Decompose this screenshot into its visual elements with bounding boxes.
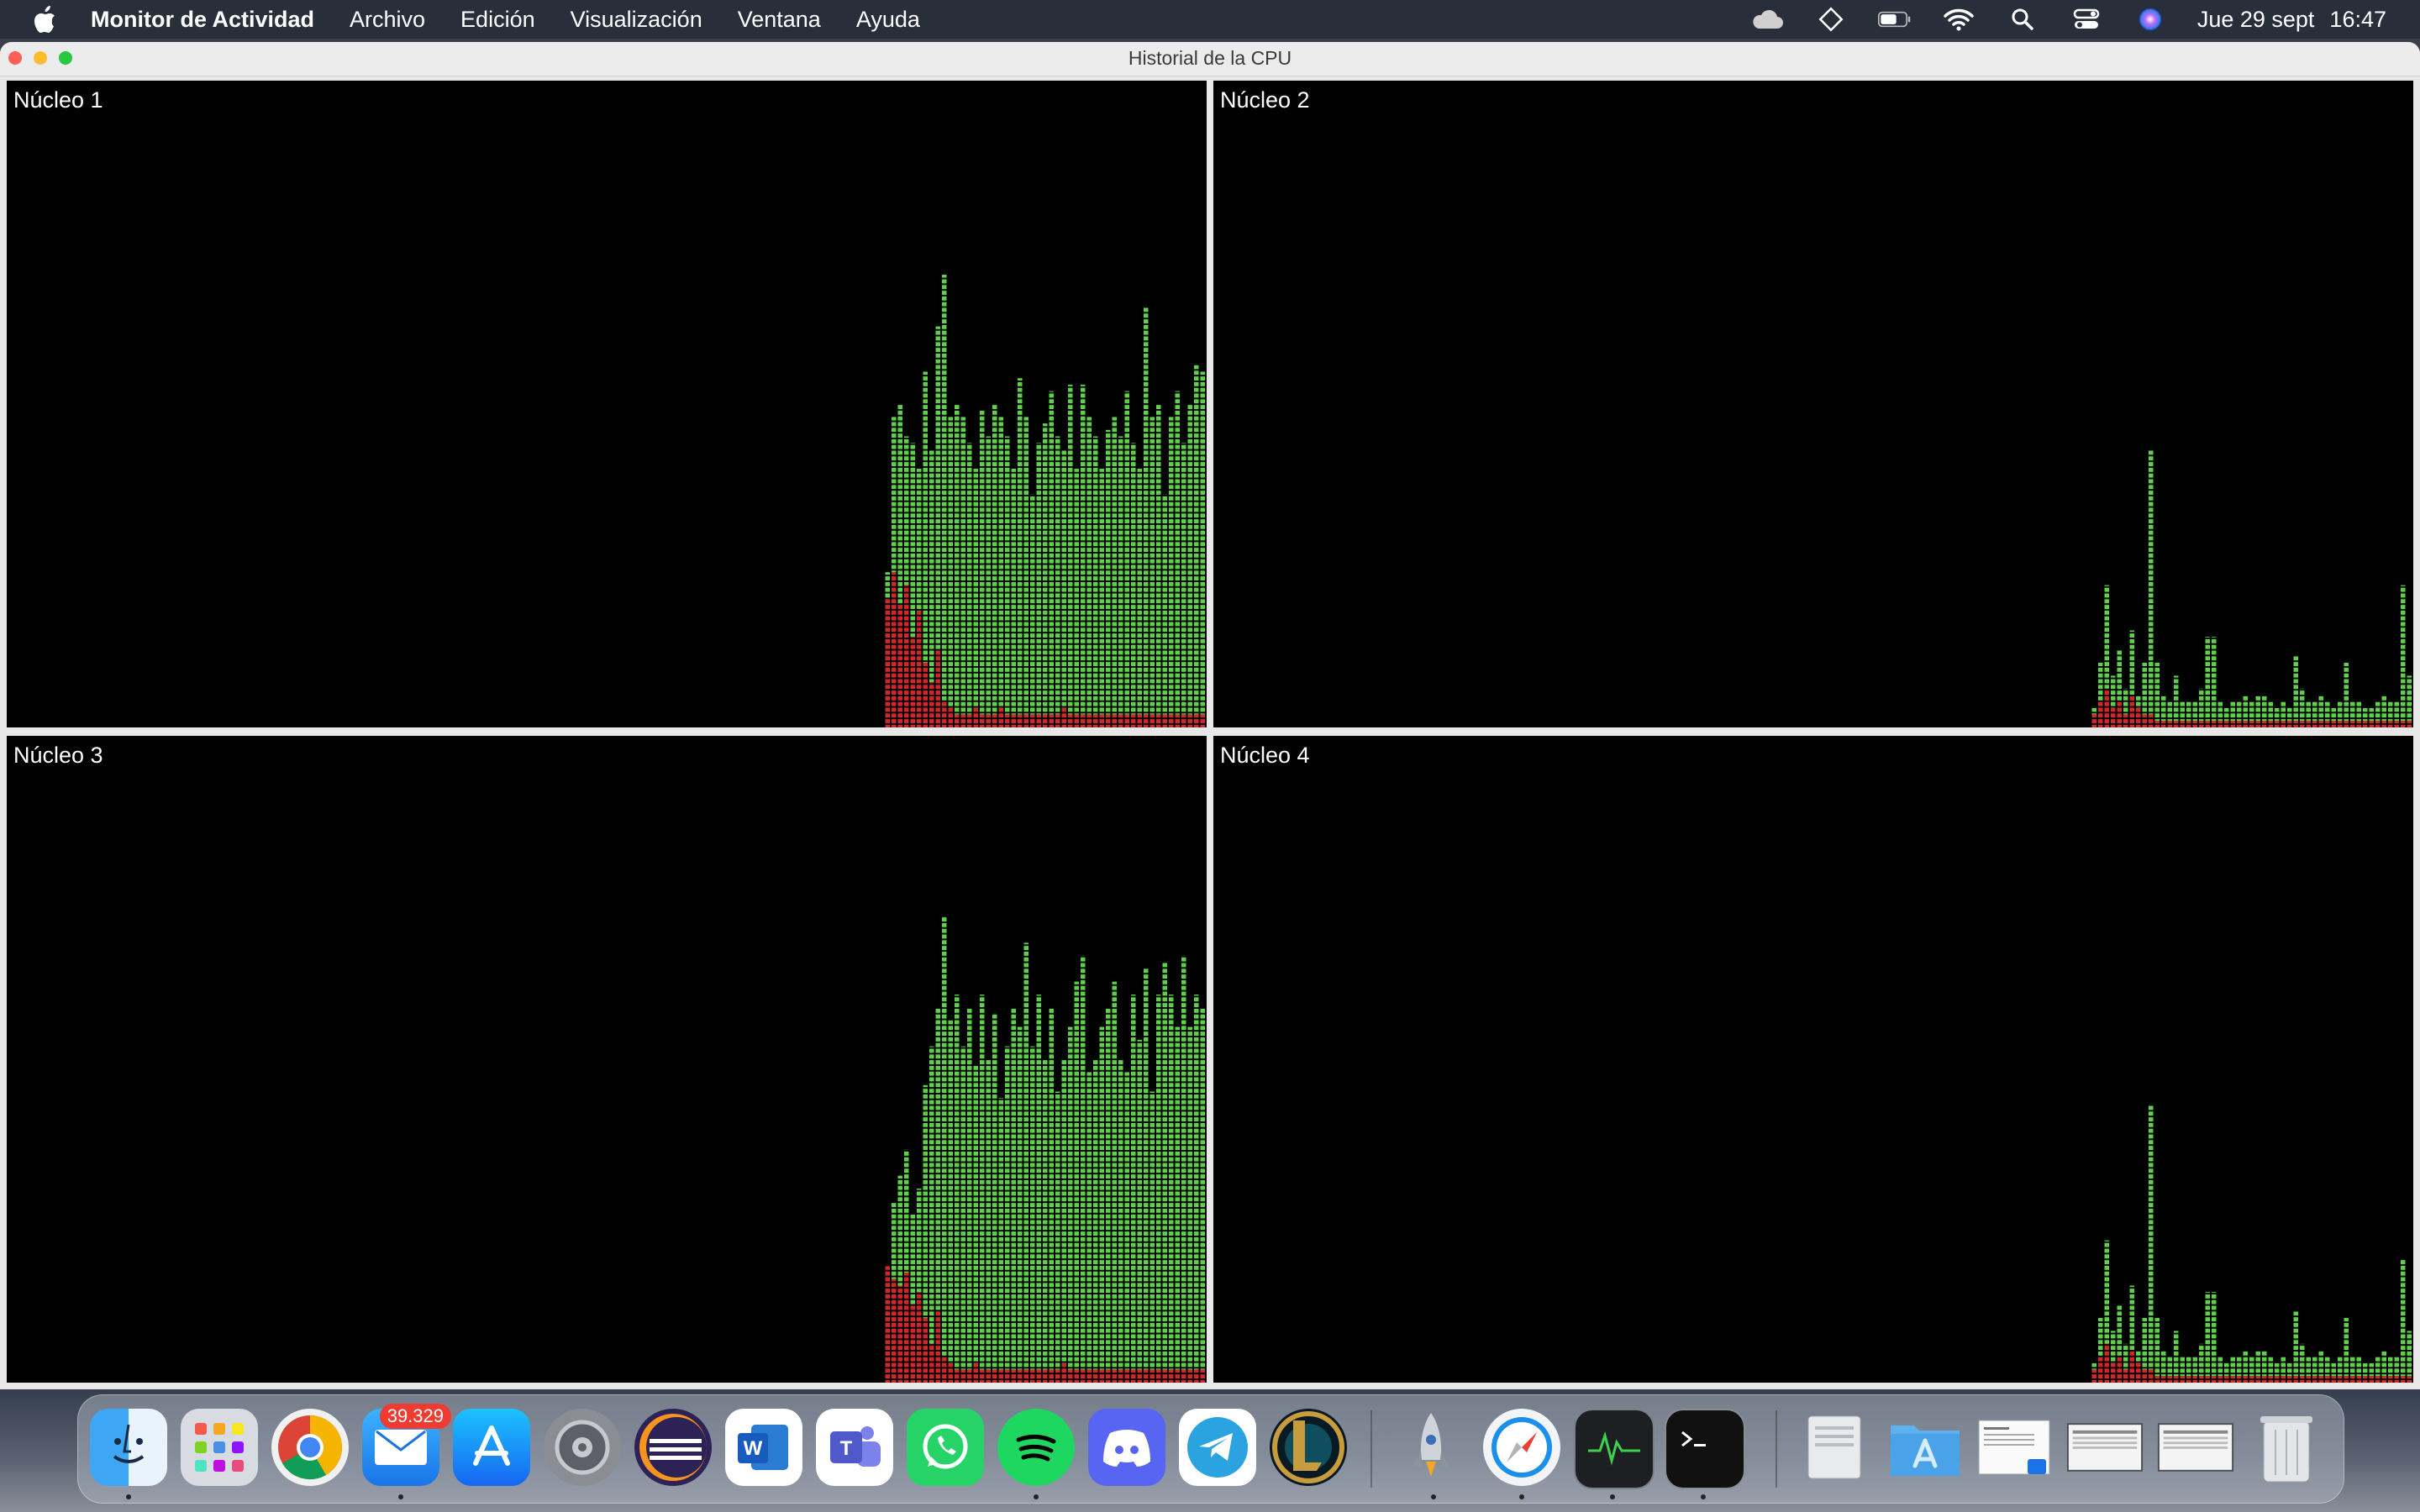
apple-icon[interactable]: [32, 4, 60, 34]
window-titlebar[interactable]: Historial de la CPU: [0, 42, 2420, 76]
core-2-chart: [1213, 81, 2413, 727]
chrome-icon[interactable]: [271, 1409, 349, 1486]
battery-icon[interactable]: [1877, 6, 1912, 33]
core-3-panel: Núcleo 3: [7, 736, 1207, 1383]
led-segment-overlay: [1213, 81, 2413, 727]
applications-folder-icon[interactable]: [1886, 1409, 1964, 1486]
core-3-chart: [7, 736, 1207, 1383]
league-of-legends-icon[interactable]: [1270, 1409, 1347, 1486]
svg-text:W: W: [744, 1437, 763, 1460]
launchpad-icon[interactable]: [181, 1409, 258, 1486]
clock-date: Jue 29 sept: [2196, 6, 2315, 32]
activity-monitor-icon[interactable]: [1574, 1409, 1655, 1489]
core-4-label: Núcleo 4: [1220, 743, 1310, 768]
mail-icon[interactable]: 39.329: [362, 1404, 451, 1486]
control-center-icon[interactable]: [2070, 6, 2103, 33]
running-indicator: [1701, 1494, 1706, 1499]
trash-icon[interactable]: [2248, 1409, 2325, 1486]
app-store-icon[interactable]: [453, 1409, 530, 1486]
running-indicator: [1431, 1494, 1436, 1499]
core-2-panel: Núcleo 2: [1213, 81, 2413, 727]
running-indicator: [1034, 1494, 1039, 1499]
finder-icon[interactable]: [90, 1409, 167, 1486]
core-1-label: Núcleo 1: [13, 87, 103, 113]
core-1-chart: [7, 81, 1207, 727]
system-preferences-icon[interactable]: [544, 1409, 621, 1486]
discord-icon[interactable]: [1088, 1409, 1165, 1486]
safari-icon[interactable]: [1483, 1409, 1560, 1486]
core-1-panel: Núcleo 1: [7, 81, 1207, 727]
teams-icon[interactable]: T: [816, 1409, 893, 1486]
rocket-icon[interactable]: [1392, 1409, 1470, 1486]
led-segment-overlay: [1213, 736, 2413, 1383]
running-indicator: [1519, 1494, 1524, 1499]
window-title: Historial de la CPU: [1128, 47, 1292, 69]
menu-edicion[interactable]: Edición: [460, 7, 535, 33]
spotify-icon[interactable]: [997, 1409, 1075, 1486]
wifi-icon[interactable]: [1942, 6, 1975, 33]
running-indicator: [398, 1494, 403, 1499]
window-thumbnail-icon[interactable]: [2066, 1409, 2144, 1486]
menu-visualizacion[interactable]: Visualización: [571, 7, 702, 33]
core-3-label: Núcleo 3: [13, 743, 103, 768]
core-4-panel: Núcleo 4: [1213, 736, 2413, 1383]
dock-separator: [1370, 1410, 1372, 1488]
menu-clock[interactable]: Jue 29 sept 16:47: [2197, 7, 2386, 33]
running-indicator: [126, 1494, 131, 1499]
menu-bar: Monitor de Actividad Archivo Edición Vis…: [0, 0, 2420, 39]
dock: 39.329 W T: [77, 1394, 2344, 1504]
clock-time: 16:47: [2329, 6, 2386, 32]
docx-document-icon[interactable]: [1796, 1409, 1873, 1486]
menu-ayuda[interactable]: Ayuda: [856, 7, 920, 33]
document-preview-icon[interactable]: [1975, 1409, 2053, 1486]
svg-text:T: T: [840, 1437, 853, 1460]
menu-archivo[interactable]: Archivo: [350, 7, 425, 33]
led-segment-overlay: [7, 81, 1207, 727]
led-segment-overlay: [7, 736, 1207, 1383]
running-indicator: [1610, 1494, 1615, 1499]
siri-icon[interactable]: [2133, 6, 2167, 33]
eclipse-icon[interactable]: [634, 1409, 712, 1486]
core-2-label: Núcleo 2: [1220, 87, 1310, 113]
menu-ventana[interactable]: Ventana: [738, 7, 821, 33]
window-thumbnail-icon[interactable]: [2157, 1409, 2234, 1486]
mail-unread-badge: 39.329: [379, 1404, 451, 1429]
terminal-icon[interactable]: [1665, 1409, 1745, 1489]
telegram-icon[interactable]: [1179, 1409, 1256, 1486]
dock-separator: [1776, 1410, 1777, 1488]
cloud-icon[interactable]: [1750, 6, 1784, 33]
cpu-history-window: Historial de la CPU Núcleo 1 Núcleo 2 Nú…: [0, 42, 2420, 1389]
word-icon[interactable]: W: [725, 1409, 802, 1486]
core-4-chart: [1213, 736, 2413, 1383]
whatsapp-icon[interactable]: [907, 1409, 984, 1486]
menu-app-name[interactable]: Monitor de Actividad: [91, 7, 314, 33]
diamond-icon[interactable]: [1814, 6, 1848, 33]
search-icon[interactable]: [2006, 6, 2039, 33]
